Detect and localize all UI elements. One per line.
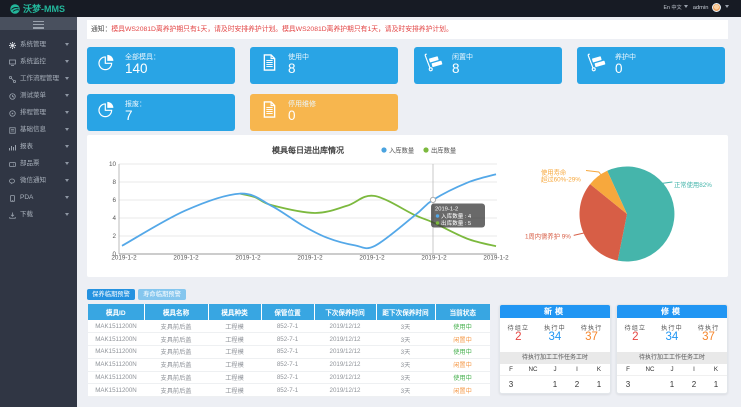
svg-text:2019-1-2: 2019-1-2 <box>235 255 261 262</box>
svg-text:2019-1-2: 2019-1-2 <box>297 255 323 262</box>
svg-text:正常使用82%: 正常使用82% <box>674 180 712 189</box>
svg-text:超过60%-29%: 超过60%-29% <box>541 175 581 184</box>
svg-text:4: 4 <box>112 215 116 222</box>
svg-text:2019-1-2: 2019-1-2 <box>173 255 199 262</box>
svg-text:模具每日进出库情况: 模具每日进出库情况 <box>272 145 344 155</box>
svg-text:入库数量 : 4: 入库数量 : 4 <box>441 212 471 220</box>
svg-text:2019-1-2: 2019-1-2 <box>111 255 137 262</box>
svg-text:使用寿命: 使用寿命 <box>541 168 567 177</box>
svg-text:2019-1-2: 2019-1-2 <box>359 255 385 262</box>
svg-text:2: 2 <box>112 233 116 240</box>
svg-text:6: 6 <box>112 197 116 204</box>
svg-text:2019-1-2: 2019-1-2 <box>421 255 447 262</box>
svg-text:8: 8 <box>112 179 116 186</box>
svg-text:出库数量 : 5: 出库数量 : 5 <box>441 219 471 227</box>
svg-text:2019-1-2: 2019-1-2 <box>483 255 509 262</box>
svg-text:10: 10 <box>109 161 117 168</box>
svg-text:2019-1-2: 2019-1-2 <box>435 207 458 213</box>
svg-text:1周内需养护 9%: 1周内需养护 9% <box>525 232 571 241</box>
svg-text:入库数量: 入库数量 <box>389 146 415 155</box>
svg-text:出库数量: 出库数量 <box>431 146 457 155</box>
